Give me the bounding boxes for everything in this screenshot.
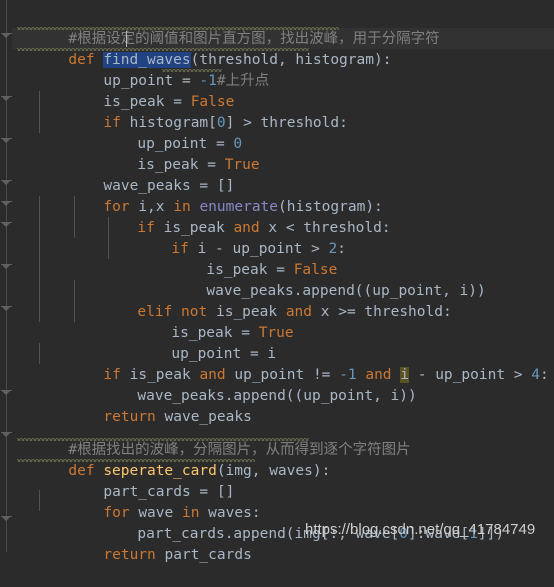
fold-marker[interactable] (1, 260, 12, 271)
code-line[interactable]: is_peak = True (85, 134, 259, 173)
code-line[interactable]: return wave_peaks (51, 386, 251, 425)
code-line[interactable]: up_point = 0 (85, 113, 242, 152)
fold-marker[interactable] (1, 218, 12, 229)
watermark-url: https://blog.csdn.net/qq_41784749 (305, 521, 536, 538)
code-line[interactable]: wave_peaks.append((up_point, i)) (85, 365, 416, 404)
fold-marker[interactable] (1, 134, 12, 145)
code-line[interactable]: up_point = i (119, 323, 276, 362)
fold-marker[interactable] (1, 197, 12, 208)
code-content[interactable]: #根据设定的阈值和图片直方图，找出波峰，用于分隔字符 def find_wave… (12, 0, 554, 563)
fold-marker[interactable] (1, 512, 12, 523)
gutter-rail (6, 0, 7, 552)
code-line[interactable]: is_peak = False (51, 71, 234, 110)
indent-guide (74, 280, 75, 322)
code-line[interactable]: is_peak = False (154, 239, 337, 278)
code-line[interactable]: return part_cards (51, 524, 251, 563)
code-line[interactable]: #根据设定的阈值和图片直方图，找出波峰，用于分隔字符 (16, 8, 439, 47)
code-line[interactable]: #根据找出的波峰，分隔图片，从而得到逐个字符图片 (16, 419, 410, 458)
fold-marker[interactable] (1, 176, 12, 187)
code-line[interactable]: def seperate_card(img, waves): (16, 440, 330, 479)
code-line[interactable]: for wave in waves: (51, 482, 260, 521)
indent-guide (39, 196, 40, 322)
indent-guide (39, 91, 40, 133)
fold-marker[interactable] (1, 386, 12, 397)
code-line[interactable]: part_cards = [] (51, 461, 234, 500)
code-line[interactable]: if i - up_point > 2: (119, 218, 346, 257)
fold-marker[interactable] (1, 29, 12, 40)
code-editor[interactable]: #根据设定的阈值和图片直方图，找出波峰，用于分隔字符 def find_wave… (0, 0, 554, 563)
code-line[interactable]: if is_peak and x < threshold: (85, 197, 390, 236)
editor-gutter[interactable] (0, 0, 12, 552)
indent-guide (39, 343, 40, 364)
fold-marker[interactable] (1, 302, 12, 313)
fold-marker[interactable] (1, 92, 12, 103)
code-line[interactable]: is_peak = True (119, 302, 293, 341)
fold-marker[interactable] (1, 428, 12, 439)
code-line[interactable]: if is_peak and up_point != -1 and i - up… (51, 344, 549, 383)
code-line[interactable]: if histogram[0] > threshold: (51, 92, 347, 131)
code-line[interactable]: wave_peaks = [] (51, 155, 234, 194)
code-line[interactable]: for i,x in enumerate(histogram): (51, 176, 382, 215)
code-line[interactable]: up_point = -1#上升点 (51, 50, 269, 89)
code-line[interactable]: def find_waves(threshold, histogram): (16, 29, 391, 68)
code-line[interactable]: elif not is_peak and x >= threshold: (85, 281, 451, 320)
code-line[interactable]: wave_peaks.append((up_point, i)) (154, 260, 485, 299)
text-caret (126, 31, 127, 47)
